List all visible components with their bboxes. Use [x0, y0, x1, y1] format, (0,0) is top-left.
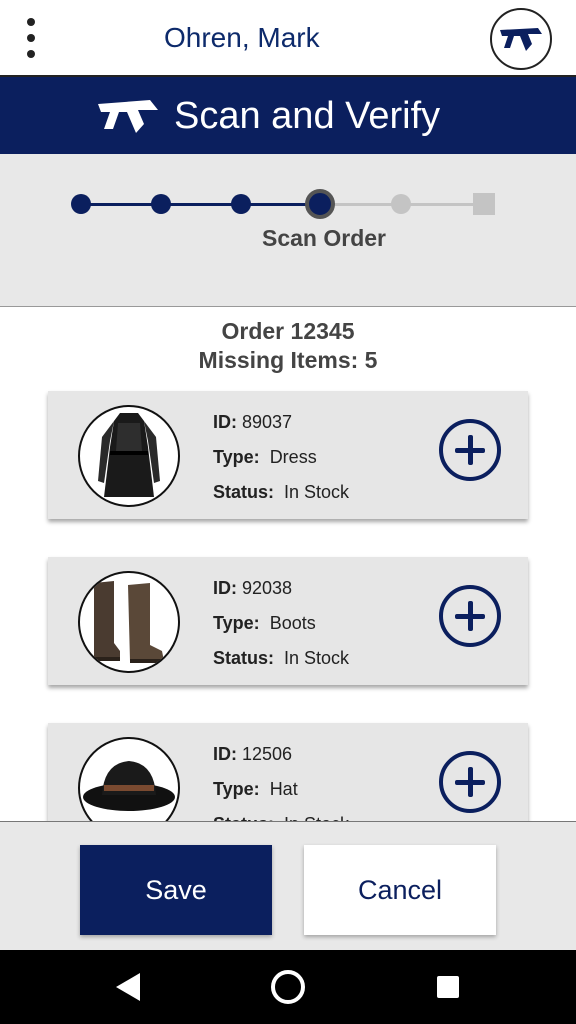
- kebab-menu-icon[interactable]: [18, 14, 44, 62]
- recent-apps-icon[interactable]: [437, 976, 459, 998]
- add-item-button[interactable]: [439, 751, 501, 813]
- add-item-button[interactable]: [439, 585, 501, 647]
- system-nav-bar: [0, 950, 576, 1024]
- item-image-dress: [78, 405, 180, 507]
- order-summary: Order 12345 Missing Items: 5: [0, 317, 576, 375]
- item-status: In Stock: [284, 482, 350, 502]
- item-image-boots: [78, 571, 180, 673]
- step-3-dot: [231, 194, 251, 214]
- order-items-list[interactable]: Order 12345 Missing Items: 5 ID: 89037 T…: [0, 307, 576, 822]
- back-icon[interactable]: [116, 973, 140, 1001]
- step-6-final-square: [473, 193, 495, 215]
- item-info: ID: 89037 Type: Dress Status: In Stock: [213, 412, 350, 502]
- item-type: Boots: [269, 613, 316, 633]
- cancel-button[interactable]: Cancel: [304, 845, 496, 935]
- page-title: Scan and Verify: [174, 95, 441, 137]
- step-5-dot: [391, 194, 411, 214]
- item-card: ID: 92038 Type: Boots Status: In Stock: [48, 557, 528, 685]
- add-item-button[interactable]: [439, 419, 501, 481]
- app-screen: Ohren, Mark Scan and Verify Scan Order O…: [0, 0, 576, 1024]
- item-id: 92038: [242, 578, 293, 598]
- action-footer: Save Cancel: [0, 822, 576, 950]
- step-1-dot: [71, 194, 91, 214]
- item-card: ID: 89037 Type: Dress Status: In Stock: [48, 391, 528, 519]
- order-number: Order 12345: [221, 318, 355, 344]
- user-name: Ohren, Mark: [164, 22, 320, 53]
- missing-items-count: Missing Items: 5: [198, 347, 378, 373]
- item-card: ID: 12506 Type: Hat Status: In Stock: [48, 723, 528, 821]
- item-id: 12506: [242, 744, 293, 764]
- stepper-line-complete: [81, 203, 321, 206]
- item-info: ID: 12506 Type: Hat Status: In Stock: [213, 737, 349, 821]
- item-status: In Stock: [284, 814, 349, 821]
- step-4-current-dot: [305, 189, 335, 219]
- current-step-label: Scan Order: [262, 225, 386, 251]
- top-bar: Ohren, Mark: [0, 0, 576, 77]
- item-status: In Stock: [284, 648, 350, 668]
- step-2-dot: [151, 194, 171, 214]
- item-type: Hat: [269, 779, 298, 799]
- avatar[interactable]: [490, 8, 552, 70]
- item-id: 89037: [242, 412, 293, 432]
- item-image-hat: [78, 737, 180, 821]
- company-logo-icon: [500, 28, 542, 51]
- home-icon[interactable]: [271, 970, 305, 1004]
- save-button[interactable]: Save: [80, 845, 272, 935]
- item-info: ID: 92038 Type: Boots Status: In Stock: [213, 578, 350, 668]
- company-logo-icon: [98, 100, 158, 133]
- item-type: Dress: [269, 447, 317, 467]
